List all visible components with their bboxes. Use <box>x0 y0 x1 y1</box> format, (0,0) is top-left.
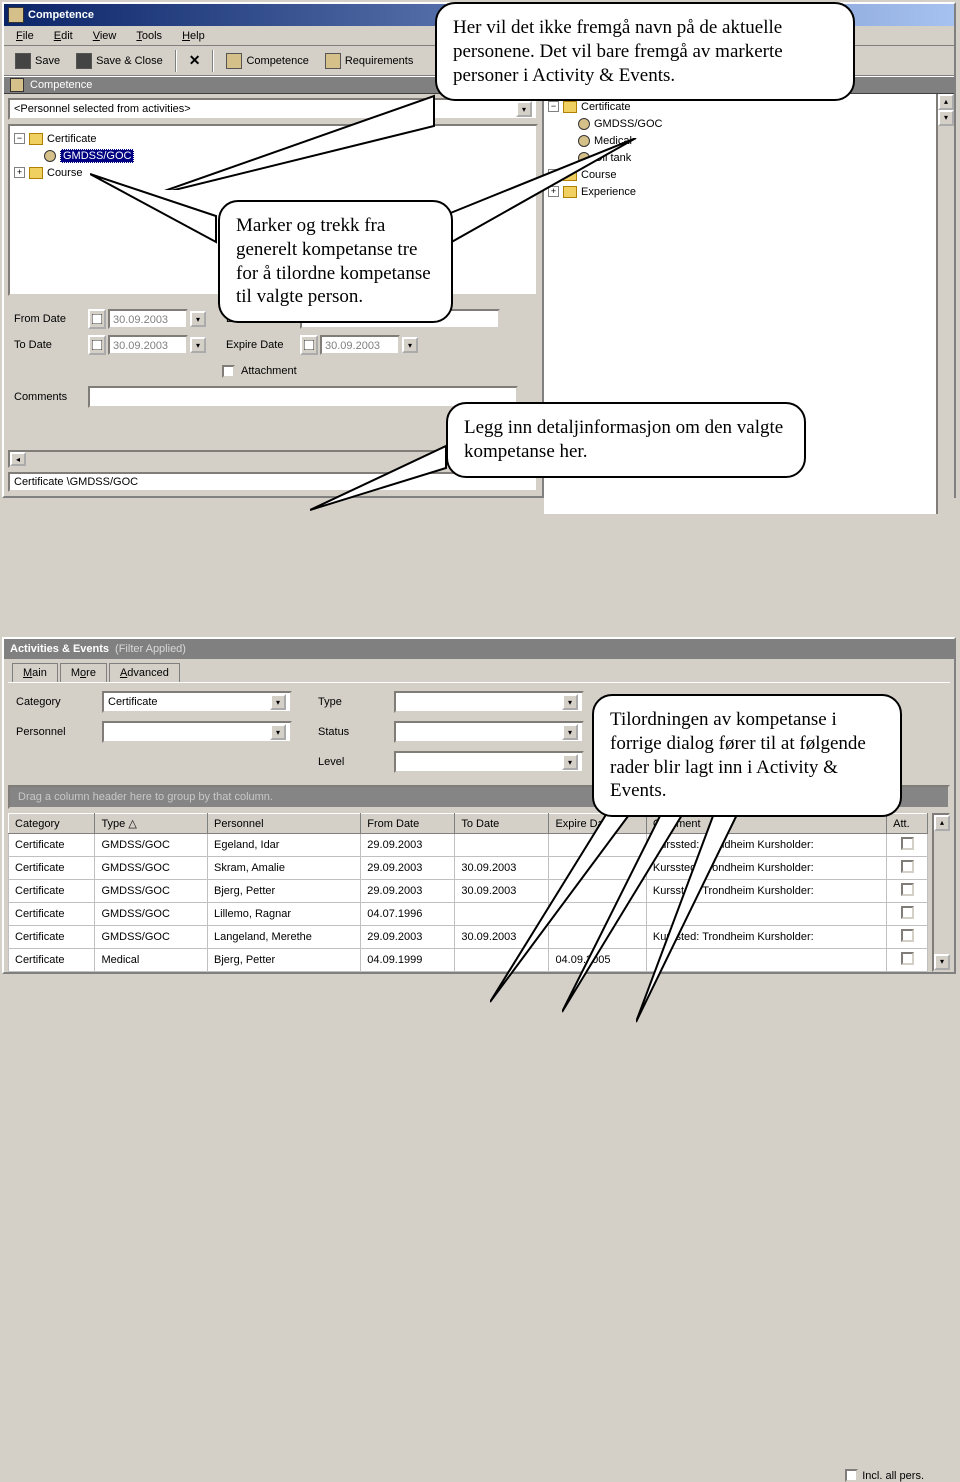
dropdown-icon[interactable] <box>516 101 532 117</box>
tree-node[interactable]: Certificate <box>581 101 631 113</box>
type-label: Type <box>318 696 378 708</box>
scroll-down-icon[interactable]: ▾ <box>938 110 954 126</box>
column-header[interactable]: Personnel <box>208 814 361 834</box>
person-icon <box>578 118 590 130</box>
menu-help[interactable]: Help <box>174 28 213 44</box>
column-header[interactable]: Category <box>9 814 95 834</box>
window-title: Competence <box>28 4 94 26</box>
requirements-button[interactable]: Requirements <box>318 49 420 73</box>
ae-header: Activities & Events (Filter Applied) <box>4 639 954 659</box>
disk-icon <box>15 53 31 69</box>
dropdown-icon[interactable] <box>270 694 286 710</box>
tree-node-certificate[interactable]: Certificate <box>47 133 97 145</box>
scroll-up-icon[interactable]: ▴ <box>938 94 954 110</box>
dropdown-icon[interactable] <box>562 694 578 710</box>
tab-main[interactable]: Main <box>12 663 58 682</box>
separator <box>175 50 177 72</box>
menu-view[interactable]: View <box>85 28 125 44</box>
category-label: Category <box>16 696 86 708</box>
to-date-field[interactable]: 30.09.2003 <box>108 335 188 355</box>
folder-icon <box>29 167 43 179</box>
level-combo[interactable] <box>394 751 584 773</box>
callout-3: Legg inn detaljinformasjon om den valgte… <box>446 402 806 478</box>
person-icon <box>325 53 341 69</box>
person-icon <box>44 150 56 162</box>
scroll-left-icon[interactable]: ◂ <box>10 452 26 466</box>
collapse-icon[interactable]: − <box>14 133 25 144</box>
personnel-combo[interactable] <box>102 721 292 743</box>
comments-label: Comments <box>14 391 88 403</box>
tree-node-course[interactable]: Course <box>47 167 82 179</box>
scroll-up-icon[interactable]: ▴ <box>934 815 950 831</box>
dropdown-icon[interactable] <box>562 724 578 740</box>
calendar-icon[interactable] <box>88 335 106 355</box>
separator <box>212 50 214 72</box>
att-checkbox[interactable] <box>901 860 914 873</box>
close-button[interactable]: ✕ <box>182 48 208 73</box>
panel-icon <box>10 78 24 92</box>
person-icon <box>226 53 242 69</box>
folder-icon <box>29 133 43 145</box>
menu-edit[interactable]: Edit <box>46 28 81 44</box>
att-checkbox[interactable] <box>901 952 914 965</box>
ae-tabs: Main More Advanced <box>4 659 954 682</box>
dropdown-icon[interactable] <box>562 754 578 770</box>
dropdown-icon[interactable] <box>190 311 206 327</box>
callout-1: Her vil det ikke fremgå navn på de aktue… <box>435 2 855 101</box>
dropdown-icon[interactable] <box>270 724 286 740</box>
column-header[interactable]: From Date <box>361 814 455 834</box>
save-close-button[interactable]: Save & Close <box>69 49 170 73</box>
collapse-icon[interactable]: − <box>548 101 559 112</box>
competence-button[interactable]: Competence <box>219 49 315 73</box>
status-combo[interactable] <box>394 721 584 743</box>
dropdown-icon[interactable] <box>402 337 418 353</box>
tab-advanced[interactable]: Advanced <box>109 663 180 682</box>
folder-icon <box>563 101 577 113</box>
attachment-label: Attachment <box>241 365 297 377</box>
callout-4: Tilordningen av kompetanse i forrige dia… <box>592 694 902 817</box>
tab-more[interactable]: More <box>60 663 107 682</box>
att-checkbox[interactable] <box>901 837 914 850</box>
from-date-field[interactable]: 30.09.2003 <box>108 309 188 329</box>
level-label: Level <box>318 756 378 768</box>
menu-tools[interactable]: Tools <box>128 28 170 44</box>
from-date-label: From Date <box>14 313 88 325</box>
calendar-icon[interactable] <box>300 335 318 355</box>
type-combo[interactable] <box>394 691 584 713</box>
incl-checkbox[interactable] <box>845 1469 858 1482</box>
dropdown-icon[interactable] <box>190 337 206 353</box>
incl-all-pers[interactable]: Incl. all pers. <box>845 1469 924 1482</box>
grid-v-scrollbar[interactable]: ▴ ▾ <box>932 813 950 972</box>
menu-file[interactable]: File <box>8 28 42 44</box>
column-header[interactable]: Type △ <box>95 814 208 834</box>
att-checkbox[interactable] <box>901 906 914 919</box>
column-header[interactable]: Att. <box>887 814 928 834</box>
callout-2: Marker og trekk fra generelt kompetanse … <box>218 200 453 323</box>
scroll-down-icon[interactable]: ▾ <box>934 954 950 970</box>
v-scrollbar[interactable]: ▴ ▾ <box>936 94 954 514</box>
expire-date-label: Expire Date <box>226 339 300 351</box>
status-label: Status <box>318 726 378 738</box>
calendar-icon[interactable] <box>88 309 106 329</box>
to-date-label: To Date <box>14 339 88 351</box>
att-checkbox[interactable] <box>901 929 914 942</box>
tree-node[interactable]: GMDSS/GOC <box>594 118 662 130</box>
disk-icon <box>76 53 92 69</box>
expand-icon[interactable]: + <box>14 167 25 178</box>
category-combo[interactable]: Certificate <box>102 691 292 713</box>
att-checkbox[interactable] <box>901 883 914 896</box>
app-icon <box>8 7 24 23</box>
save-button[interactable]: Save <box>8 49 67 73</box>
attachment-checkbox[interactable] <box>222 365 235 378</box>
expire-date-field[interactable]: 30.09.2003 <box>320 335 400 355</box>
personnel-label: Personnel <box>16 726 86 738</box>
